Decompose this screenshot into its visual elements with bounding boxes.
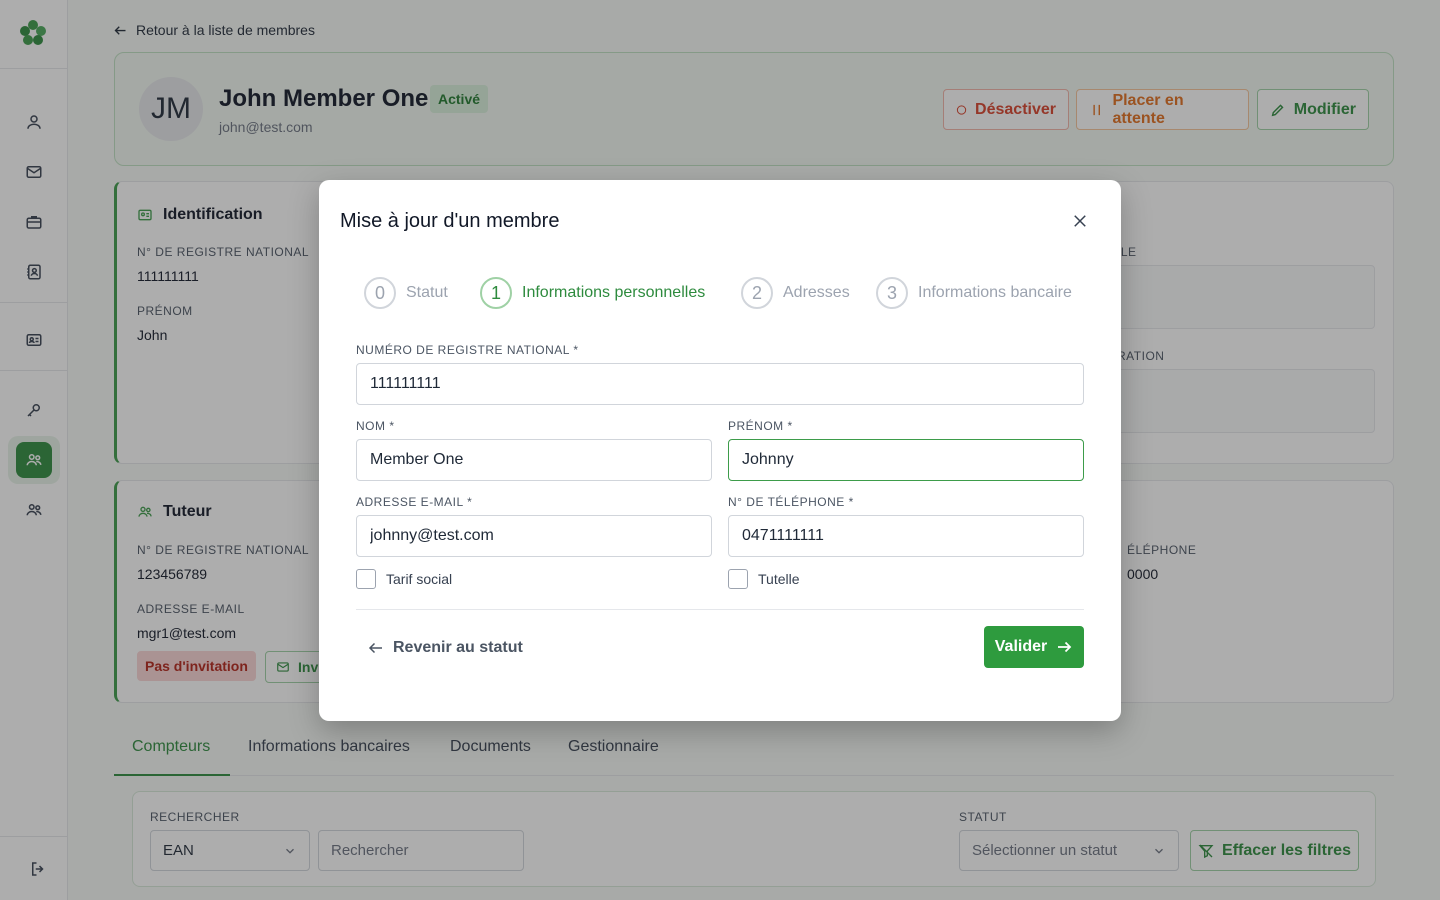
close-icon <box>1074 215 1086 227</box>
step-label: Statut <box>406 284 448 301</box>
social-rate-checkbox[interactable]: Tarif social <box>356 569 452 589</box>
submit-button[interactable]: Valider <box>984 626 1084 668</box>
checkbox-box[interactable] <box>728 569 748 589</box>
phone-field-label: N° DE TÉLÉPHONE * <box>728 495 854 509</box>
arrow-left-icon <box>368 642 382 654</box>
step-number: 1 <box>480 277 512 309</box>
email-field-label: ADRESSE E-MAIL * <box>356 495 473 509</box>
back-to-status-button[interactable]: Revenir au statut <box>367 636 523 660</box>
national-register-field-label: NUMÉRO DE REGISTRE NATIONAL * <box>356 343 579 357</box>
guardianship-checkbox[interactable]: Tutelle <box>728 569 800 589</box>
step-number: 0 <box>364 277 396 309</box>
guardianship-label: Tutelle <box>758 571 800 587</box>
step-label: Informations personnelles <box>522 284 706 301</box>
national-register-input[interactable] <box>356 363 1084 405</box>
phone-input[interactable] <box>728 515 1084 557</box>
lastname-field-label: NOM * <box>356 419 395 433</box>
step-number: 3 <box>876 277 908 309</box>
step-status[interactable]: 0 Statut <box>364 277 448 309</box>
dialog-divider <box>356 609 1084 610</box>
step-label: Adresses <box>783 284 850 301</box>
step-label: Informations bancaire <box>918 284 1072 301</box>
step-bank-info[interactable]: 3 Informations bancaire <box>876 277 1072 309</box>
step-addresses[interactable]: 2 Adresses <box>741 277 850 309</box>
step-personal-info[interactable]: 1 Informations personnelles <box>480 277 705 309</box>
submit-label: Valider <box>994 638 1048 655</box>
checkbox-box[interactable] <box>356 569 376 589</box>
update-member-dialog: Mise à jour d'un membre 0 Statut 1 Infor… <box>319 180 1121 721</box>
close-dialog-button[interactable] <box>1068 209 1092 233</box>
social-rate-label: Tarif social <box>386 571 453 587</box>
email-input[interactable] <box>356 515 712 557</box>
dialog-title: Mise à jour d'un membre <box>340 210 560 232</box>
lastname-input[interactable] <box>356 439 712 481</box>
back-to-status-label: Revenir au statut <box>393 639 523 656</box>
step-number: 2 <box>741 277 773 309</box>
arrow-right-icon <box>1058 641 1072 653</box>
firstname-input[interactable] <box>728 439 1084 481</box>
firstname-field-label: PRÉNOM * <box>728 419 793 433</box>
